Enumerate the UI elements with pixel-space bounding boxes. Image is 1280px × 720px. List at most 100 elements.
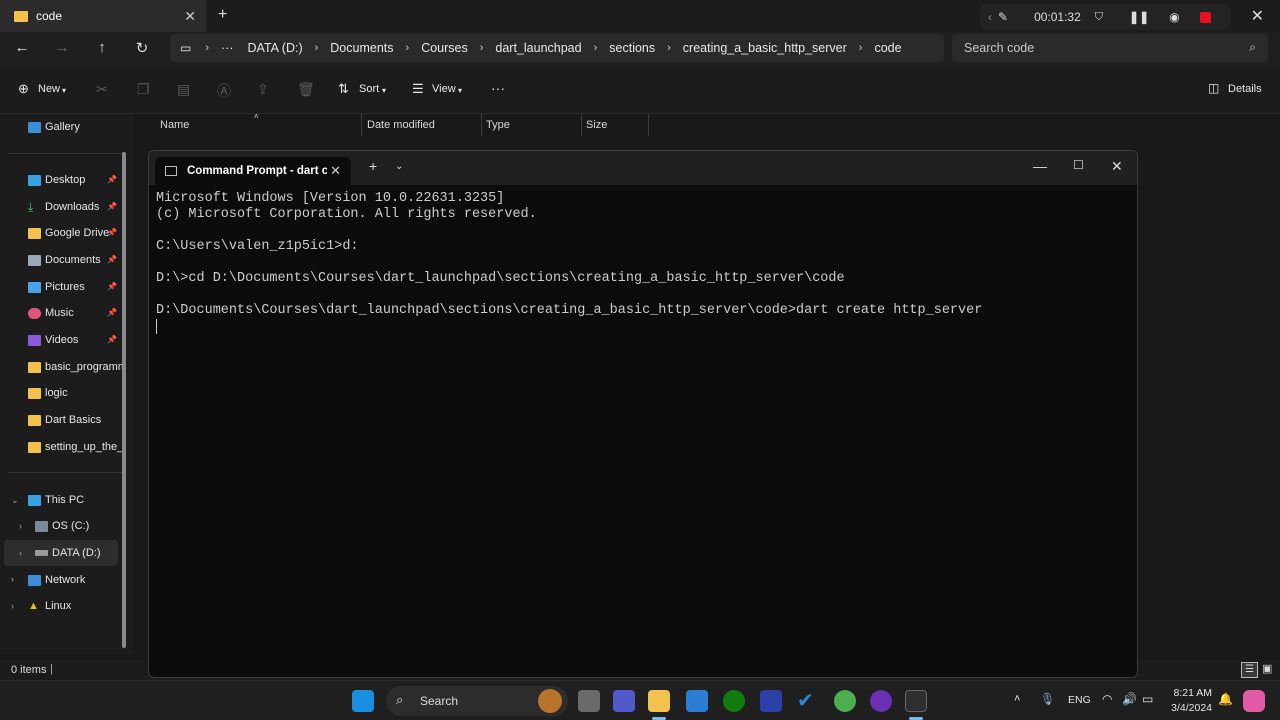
breadcrumb-creating-server[interactable]: creating_a_basic_http_server <box>683 41 847 55</box>
details-button[interactable]: Details <box>1228 83 1262 95</box>
close-button[interactable]: ✕ <box>1111 158 1123 175</box>
close-tab-icon[interactable]: ✕ <box>184 8 196 25</box>
address-bar[interactable]: ▭ › ··· DATA (D:) › Documents › Courses … <box>170 34 944 62</box>
maximize-button[interactable]: ☐ <box>1073 158 1084 172</box>
search-input[interactable]: Search code ⌕ <box>952 34 1268 62</box>
terminal-icon[interactable] <box>905 690 927 712</box>
shield-icon[interactable]: ⛉ <box>1095 11 1103 24</box>
chevron-right-icon[interactable]: › <box>19 521 22 531</box>
share-icon[interactable]: ⇪ <box>257 81 269 98</box>
details-view-icon[interactable]: ☰ <box>1241 662 1258 678</box>
breadcrumb-sections[interactable]: sections <box>609 41 655 55</box>
store-icon[interactable] <box>686 690 708 712</box>
sort-button[interactable]: Sort <box>359 83 379 95</box>
chevron-down-icon[interactable]: ⌄ <box>11 495 19 506</box>
view-icon[interactable]: ☰ <box>412 81 424 97</box>
microphone-icon[interactable]: 🎙 <box>1040 692 1055 706</box>
console-output[interactable]: Microsoft Windows [Version 10.0.22631.32… <box>156 191 982 336</box>
column-divider[interactable] <box>481 114 482 136</box>
chrome-icon[interactable] <box>834 690 856 712</box>
column-divider[interactable] <box>581 114 582 136</box>
new-button[interactable]: New <box>38 83 60 95</box>
tiles-view-icon[interactable]: ▣ <box>1262 662 1272 675</box>
app-icon[interactable] <box>760 690 782 712</box>
sidebar-item-this-pc[interactable]: This PC <box>28 490 123 510</box>
sidebar-item-basic-programm[interactable]: basic_programm <box>28 357 123 377</box>
chevron-down-icon[interactable]: ⌄ <box>395 161 403 172</box>
more-crumbs-icon[interactable]: ··· <box>221 41 234 55</box>
forward-arrow-icon[interactable]: → <box>52 39 72 56</box>
sidebar-item-os-c[interactable]: OS (C:) <box>35 516 130 536</box>
close-tab-icon[interactable]: ✕ <box>330 163 341 179</box>
column-name[interactable]: Name <box>160 119 189 131</box>
copy-icon[interactable]: ❐ <box>137 81 150 98</box>
volume-icon[interactable]: 🔊 <box>1122 692 1137 706</box>
breadcrumb-code[interactable]: code <box>874 41 901 55</box>
pen-icon[interactable]: ✎ <box>998 10 1008 24</box>
chevron-right-icon[interactable]: › <box>11 574 14 584</box>
chevron-up-icon[interactable]: ˄ <box>1014 693 1020 705</box>
cut-icon[interactable]: ✂ <box>96 81 108 98</box>
notification-icon[interactable]: 🔔 <box>1218 692 1233 706</box>
stop-icon[interactable] <box>1199 11 1211 23</box>
breadcrumb-courses[interactable]: Courses <box>421 41 468 55</box>
clock-time[interactable]: 8:21 AM <box>1172 687 1212 699</box>
paste-icon[interactable]: ▤ <box>177 81 190 98</box>
wifi-icon[interactable]: ◠ <box>1102 692 1112 706</box>
language-indicator[interactable]: ENG <box>1068 694 1091 706</box>
taskbar: ⌕ Search ✔ ˄ 🎙 ENG ◠ 🔊 ▭ 8:21 AM 3/4/202… <box>0 680 1280 720</box>
back-arrow-icon[interactable]: ← <box>12 39 32 56</box>
delete-icon[interactable]: 🗑 <box>297 81 315 98</box>
sidebar-item-setting-up[interactable]: setting_up_the_e <box>28 437 123 457</box>
command-prompt-icon <box>165 166 177 176</box>
sidebar-scrollbar[interactable] <box>122 152 126 648</box>
new-tab-button[interactable]: + <box>218 6 227 24</box>
up-arrow-icon[interactable]: ↑ <box>92 39 112 56</box>
music-icon <box>28 307 41 319</box>
start-button-windows-icon[interactable] <box>352 690 374 712</box>
teams-icon[interactable] <box>613 690 635 712</box>
minimize-button[interactable]: — <box>1033 158 1047 174</box>
battery-icon[interactable]: ▭ <box>1142 692 1153 706</box>
todo-check-icon[interactable]: ✔ <box>797 690 819 712</box>
explorer-tab[interactable]: code ✕ <box>0 0 206 32</box>
sidebar-item-label: Desktop <box>45 174 86 186</box>
details-pane-icon[interactable]: ◫ <box>1208 81 1219 95</box>
sidebar-item-linux[interactable]: ▲ Linux <box>28 596 123 616</box>
pause-icon[interactable]: ❚❚ <box>1129 10 1149 24</box>
chevron-right-icon[interactable]: › <box>19 548 22 558</box>
record-icon[interactable]: ◉ <box>1169 10 1179 24</box>
more-options-icon[interactable]: ··· <box>491 80 505 96</box>
sort-icon[interactable]: ⇅ <box>338 81 349 97</box>
sidebar-item-dart-basics[interactable]: Dart Basics <box>28 410 123 430</box>
copilot-icon[interactable] <box>1243 690 1265 712</box>
chevron-right-icon[interactable]: › <box>11 601 14 611</box>
breadcrumb-documents[interactable]: Documents <box>330 41 393 55</box>
rename-icon[interactable]: Ⓐ <box>217 81 231 101</box>
sidebar-item-label: This PC <box>45 494 85 506</box>
terminal-tab[interactable]: Command Prompt - dart crea ✕ <box>155 157 351 185</box>
clock-date[interactable]: 3/4/2024 <box>1166 702 1212 714</box>
window-close-button[interactable]: ✕ <box>1251 6 1264 26</box>
refresh-icon[interactable]: ↻ <box>132 39 152 57</box>
column-size[interactable]: Size <box>586 119 607 131</box>
xbox-icon[interactable] <box>723 690 745 712</box>
column-date-modified[interactable]: Date modified <box>367 119 435 131</box>
file-explorer-icon[interactable] <box>648 690 670 712</box>
breadcrumb-data-d[interactable]: DATA (D:) <box>248 41 303 55</box>
column-type[interactable]: Type <box>486 119 510 131</box>
taskbar-search[interactable]: ⌕ Search <box>386 686 568 716</box>
chevron-left-icon[interactable]: ‹ <box>988 10 992 24</box>
breadcrumb-dart-launchpad[interactable]: dart_launchpad <box>495 41 581 55</box>
new-tab-button[interactable]: + <box>369 158 377 174</box>
plus-circle-icon[interactable]: ⊕ <box>18 81 29 97</box>
task-view-icon[interactable] <box>578 690 600 712</box>
column-divider[interactable] <box>361 114 362 136</box>
sidebar-item-network[interactable]: Network <box>28 570 123 590</box>
sidebar-item-gallery[interactable]: Gallery <box>28 117 123 137</box>
sidebar-item-logic[interactable]: logic <box>28 383 123 403</box>
app-purple-icon[interactable] <box>870 690 892 712</box>
sidebar-item-data-d[interactable]: DATA (D:) <box>35 543 130 563</box>
column-divider[interactable] <box>648 114 649 136</box>
view-button[interactable]: View <box>432 83 456 95</box>
